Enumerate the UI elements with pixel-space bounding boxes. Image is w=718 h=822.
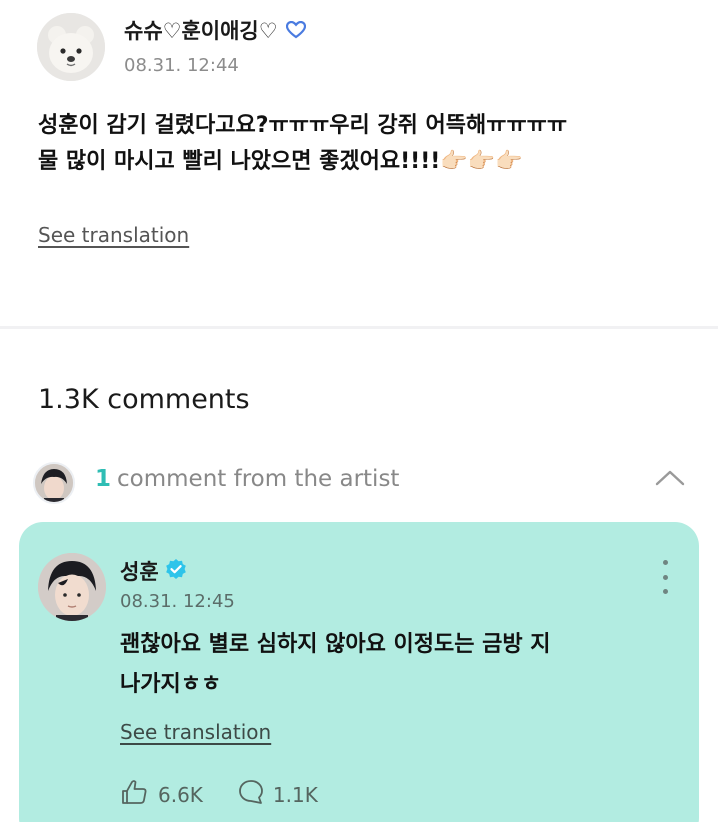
post-body-line: 성훈이 감기 걸렸다고요?ㅠㅠㅠ우리 강쥐 어뜩해ㅠㅠㅠㅠ [38,113,568,138]
post-author-avatar[interactable] [37,13,105,81]
artist-small-avatar [33,462,75,504]
artist-avatar-image [38,553,106,621]
artist-comment-date: 08.31. 12:45 [120,591,235,612]
artist-avatar[interactable] [38,553,106,621]
artist-comment-label: comment from the artist [117,466,400,492]
plush-toy-avatar-image [37,13,105,81]
artist-name-row[interactable]: 성훈 [120,556,187,586]
like-count: 6.6K [158,782,203,807]
comment-bubble-icon [237,778,265,811]
like-button[interactable]: 6.6K [120,778,203,811]
more-vertical-icon[interactable] [657,560,673,594]
artist-comment-stats: 6.6K 1.1K [120,778,342,811]
reply-count: 1.1K [272,782,318,807]
post-detail-screen: 슈슈♡훈이애깅♡ 08.31. 12:44 성훈이 감기 걸렸다고요?ㅠㅠㅠ우리… [0,0,718,822]
like-hand-icon [120,778,150,811]
section-divider [0,326,718,329]
artist-comment-count: 1 [95,466,112,492]
chevron-up-icon[interactable] [654,468,686,488]
artist-comment-line: 괜찮아요 별로 심하지 않아요 이정도는 금방 지 [120,632,551,657]
artist-comment-summary[interactable]: 1 comment from the artist [95,466,399,492]
blue-heart-icon [285,21,306,39]
post-body-text: 성훈이 감기 걸렸다고요?ㅠㅠㅠ우리 강쥐 어뜩해ㅠㅠㅠㅠ 물 많이 마시고 빨… [38,108,698,180]
post-see-translation-link[interactable]: See translation [38,223,189,247]
post-date: 08.31. 12:44 [124,55,239,76]
comments-count-heading: 1.3K comments [38,384,250,415]
artist-comment-text: 괜찮아요 별로 심하지 않아요 이정도는 금방 지 나가지ㅎㅎ [120,625,660,705]
artist-comment-card: 성훈 08.31. 12:45 괜찮아요 별로 심하지 않아요 이정도는 금방 … [19,522,699,822]
verified-badge-icon [165,558,187,585]
post-body-line: 물 많이 마시고 빨리 나았으면 좋겠어요!!!!👉🏻👉🏻👉🏻 [38,149,523,174]
artist-comment-line: 나가지ㅎㅎ [120,672,222,697]
artist-see-translation-link[interactable]: See translation [120,720,271,744]
reply-button[interactable]: 1.1K [237,778,318,811]
artist-name[interactable]: 성훈 [120,556,159,586]
post-author-row[interactable]: 슈슈♡훈이애깅♡ [124,15,306,45]
post-author-name[interactable]: 슈슈♡훈이애깅♡ [124,15,278,45]
